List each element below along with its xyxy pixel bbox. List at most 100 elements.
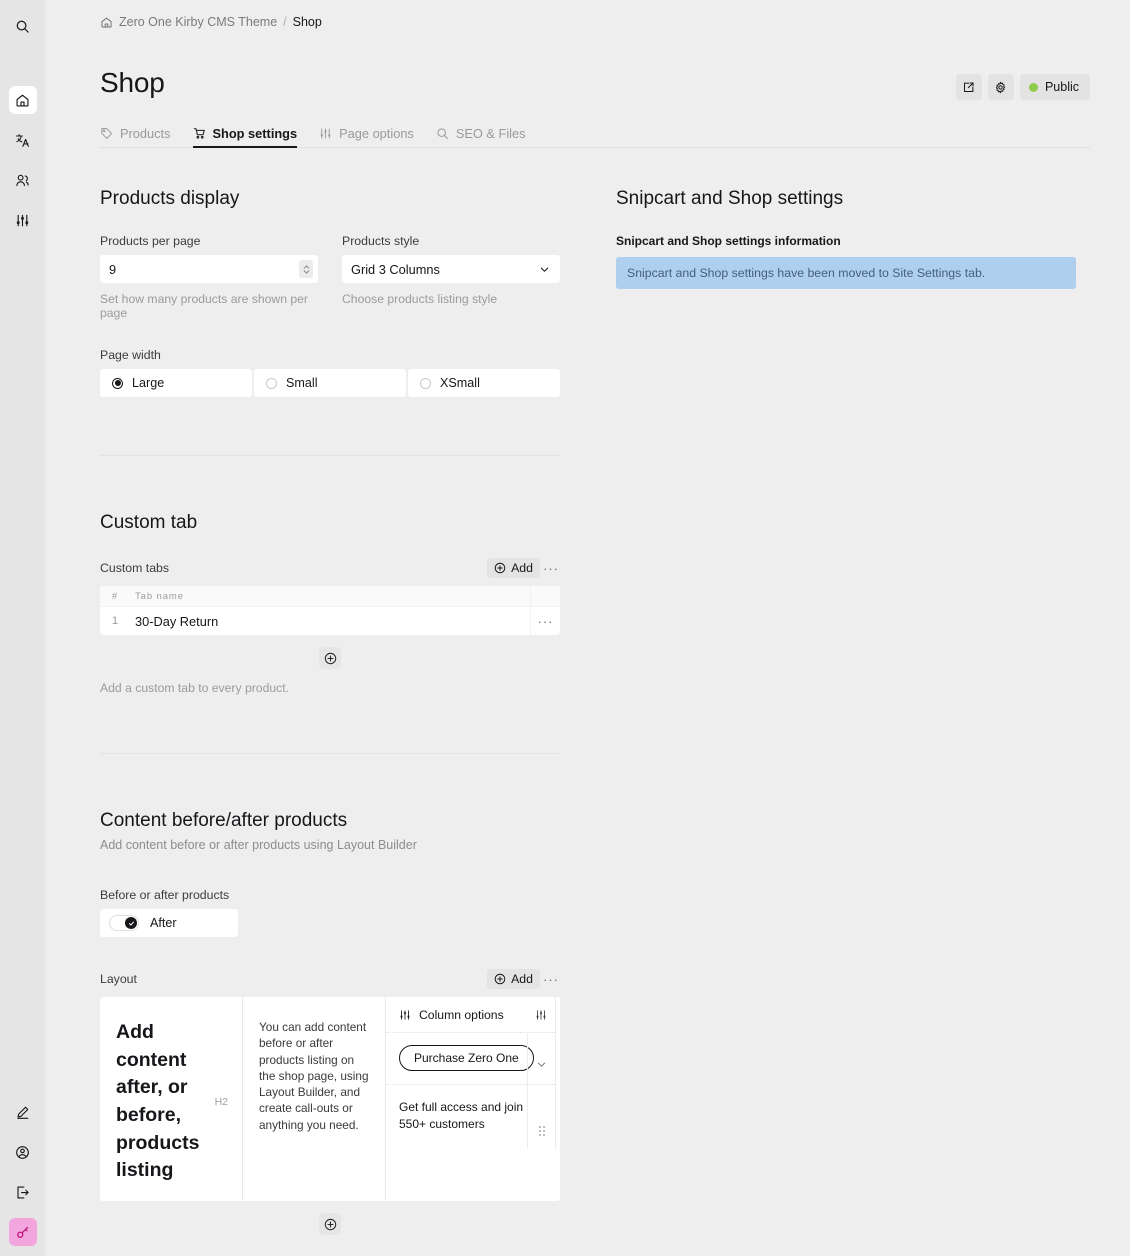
breadcrumb-current[interactable]: Shop xyxy=(293,15,322,29)
chevron-down-icon[interactable] xyxy=(536,1059,547,1070)
number-stepper-icon[interactable] xyxy=(299,260,313,278)
layout-add-button[interactable]: Add xyxy=(487,969,540,989)
before-after-label: Before or after products xyxy=(100,888,560,902)
layout-add-block-button[interactable] xyxy=(319,1213,341,1235)
column-options-inner: Column options xyxy=(386,997,556,1148)
main-content: Zero One Kirby CMS Theme / Shop Shop Pub… xyxy=(45,0,1130,1256)
custom-tabs-help: Add a custom tab to every product. xyxy=(100,681,560,695)
column-header-tab-name: Tab name xyxy=(130,591,530,602)
layout-text-content: You can add content before or after prod… xyxy=(259,1019,369,1133)
layout-add-block-wrap xyxy=(100,1213,560,1235)
right-column: Snipcart and Shop settings Snipcart and … xyxy=(616,188,1076,1235)
sidebar-search[interactable] xyxy=(9,12,37,40)
layout-builder: Add content after, or before, products l… xyxy=(100,997,560,1201)
tab-products[interactable]: Products xyxy=(100,126,171,147)
snipcart-info-label: Snipcart and Shop settings information xyxy=(616,234,1076,248)
tab-shop-settings[interactable]: Shop settings xyxy=(193,126,298,147)
home-icon[interactable] xyxy=(100,16,113,29)
page-tabs: Products Shop settings Page options xyxy=(100,120,1090,148)
sidebar-bottom-nav xyxy=(0,1098,45,1246)
products-style-select[interactable]: Grid 3 Columns xyxy=(342,255,560,283)
snipcart-title: Snipcart and Shop settings xyxy=(616,188,1076,210)
products-display-title: Products display xyxy=(100,188,560,210)
layout-label: Layout xyxy=(100,972,137,986)
add-row-button[interactable] xyxy=(319,647,341,669)
custom-tabs-add-button[interactable]: Add xyxy=(487,558,540,578)
page-width-option-xsmall[interactable]: XSmall xyxy=(408,369,560,397)
purchase-button[interactable]: Purchase Zero One xyxy=(399,1045,534,1071)
column-header-actions xyxy=(530,586,560,607)
sidebar-item-system[interactable] xyxy=(9,206,37,234)
breadcrumb-separator: / xyxy=(283,15,286,29)
page-header: Shop Public xyxy=(45,29,1130,100)
toggle-knob xyxy=(125,917,137,929)
table-row[interactable]: 1 30-Day Return ··· xyxy=(100,607,560,635)
status-label: Public xyxy=(1045,80,1079,94)
tag-icon xyxy=(100,127,113,140)
layout-block-column-options: Column options xyxy=(386,997,556,1201)
ellipsis-icon[interactable]: ··· xyxy=(542,969,560,989)
content-section-subtitle: Add content before or after products usi… xyxy=(100,838,560,852)
products-display-fields: Products per page 9 Set how many product… xyxy=(100,234,560,320)
tab-products-label: Products xyxy=(120,126,171,141)
products-style-label: Products style xyxy=(342,234,560,248)
products-per-page-input[interactable]: 9 xyxy=(100,255,318,283)
sidebar-item-site[interactable] xyxy=(9,86,37,114)
toggle-value-label: After xyxy=(150,916,177,930)
page-width-option-large-label: Large xyxy=(132,376,164,390)
radio-icon xyxy=(266,378,277,389)
products-per-page-help: Set how many products are shown per page xyxy=(100,292,318,320)
content-section-title: Content before/after products xyxy=(100,810,560,832)
ellipsis-icon[interactable]: ··· xyxy=(542,558,560,578)
products-per-page-value: 9 xyxy=(109,262,116,277)
key-icon[interactable] xyxy=(9,1218,37,1246)
column-options-settings-icon[interactable] xyxy=(527,997,555,1033)
custom-tabs-label: Custom tabs xyxy=(100,561,169,575)
search-icon[interactable] xyxy=(9,12,37,40)
gear-icon[interactable] xyxy=(988,74,1014,100)
page-width-field: Page width Large Small XSmall xyxy=(100,348,560,397)
page-width-option-small[interactable]: Small xyxy=(254,369,406,397)
status-badge[interactable]: Public xyxy=(1020,74,1090,100)
tab-seo-files[interactable]: SEO & Files xyxy=(436,126,526,147)
before-after-toggle[interactable]: After xyxy=(100,909,238,937)
column-options-label: Column options xyxy=(419,1008,504,1022)
logout-icon[interactable] xyxy=(9,1178,37,1206)
sidebar-item-languages[interactable] xyxy=(9,126,37,154)
before-after-field: Before or after products After xyxy=(100,888,560,937)
custom-tabs-actions: Add ··· xyxy=(487,558,560,578)
radio-icon xyxy=(420,378,431,389)
layout-block-text[interactable]: You can add content before or after prod… xyxy=(243,997,386,1201)
page-width-option-large[interactable]: Large xyxy=(100,369,252,397)
cart-icon xyxy=(193,127,206,140)
sliders-icon xyxy=(399,1009,411,1021)
drag-handle-icon[interactable] xyxy=(539,1126,545,1136)
table-header: # Tab name xyxy=(100,586,560,607)
layout-heading-tag: H2 xyxy=(215,1096,228,1108)
tab-page-options[interactable]: Page options xyxy=(319,126,414,147)
products-style-help: Choose products listing style xyxy=(342,292,560,306)
plus-circle-icon xyxy=(494,562,506,574)
sidebar-main-nav xyxy=(9,86,37,234)
pencil-icon[interactable] xyxy=(9,1098,37,1126)
layout-field: Layout Add ··· xyxy=(100,969,560,1235)
external-link-icon[interactable] xyxy=(956,74,982,100)
layout-block-heading[interactable]: Add content after, or before, products l… xyxy=(100,997,243,1201)
products-per-page-field: Products per page 9 Set how many product… xyxy=(100,234,318,320)
account-icon[interactable] xyxy=(9,1138,37,1166)
products-style-field: Products style Grid 3 Columns Choose pro… xyxy=(342,234,560,320)
page-width-label: Page width xyxy=(100,348,560,362)
products-style-value: Grid 3 Columns xyxy=(351,262,440,277)
search-icon xyxy=(436,127,449,140)
custom-tabs-table: # Tab name 1 30-Day Return ··· xyxy=(100,586,560,635)
page-width-option-xsmall-label: XSmall xyxy=(440,376,480,390)
toggle-switch[interactable] xyxy=(109,915,139,931)
custom-tabs-add-row-wrap xyxy=(100,647,560,669)
column-header-number: # xyxy=(100,591,130,602)
breadcrumb-parent[interactable]: Zero One Kirby CMS Theme xyxy=(119,15,277,29)
custom-tab-title: Custom tab xyxy=(100,512,560,534)
sidebar-item-users[interactable] xyxy=(9,166,37,194)
row-number: 1 xyxy=(100,615,130,627)
snipcart-info-box: Snipcart and Shop settings have been mov… xyxy=(616,257,1076,289)
row-ellipsis-icon[interactable]: ··· xyxy=(530,607,560,635)
